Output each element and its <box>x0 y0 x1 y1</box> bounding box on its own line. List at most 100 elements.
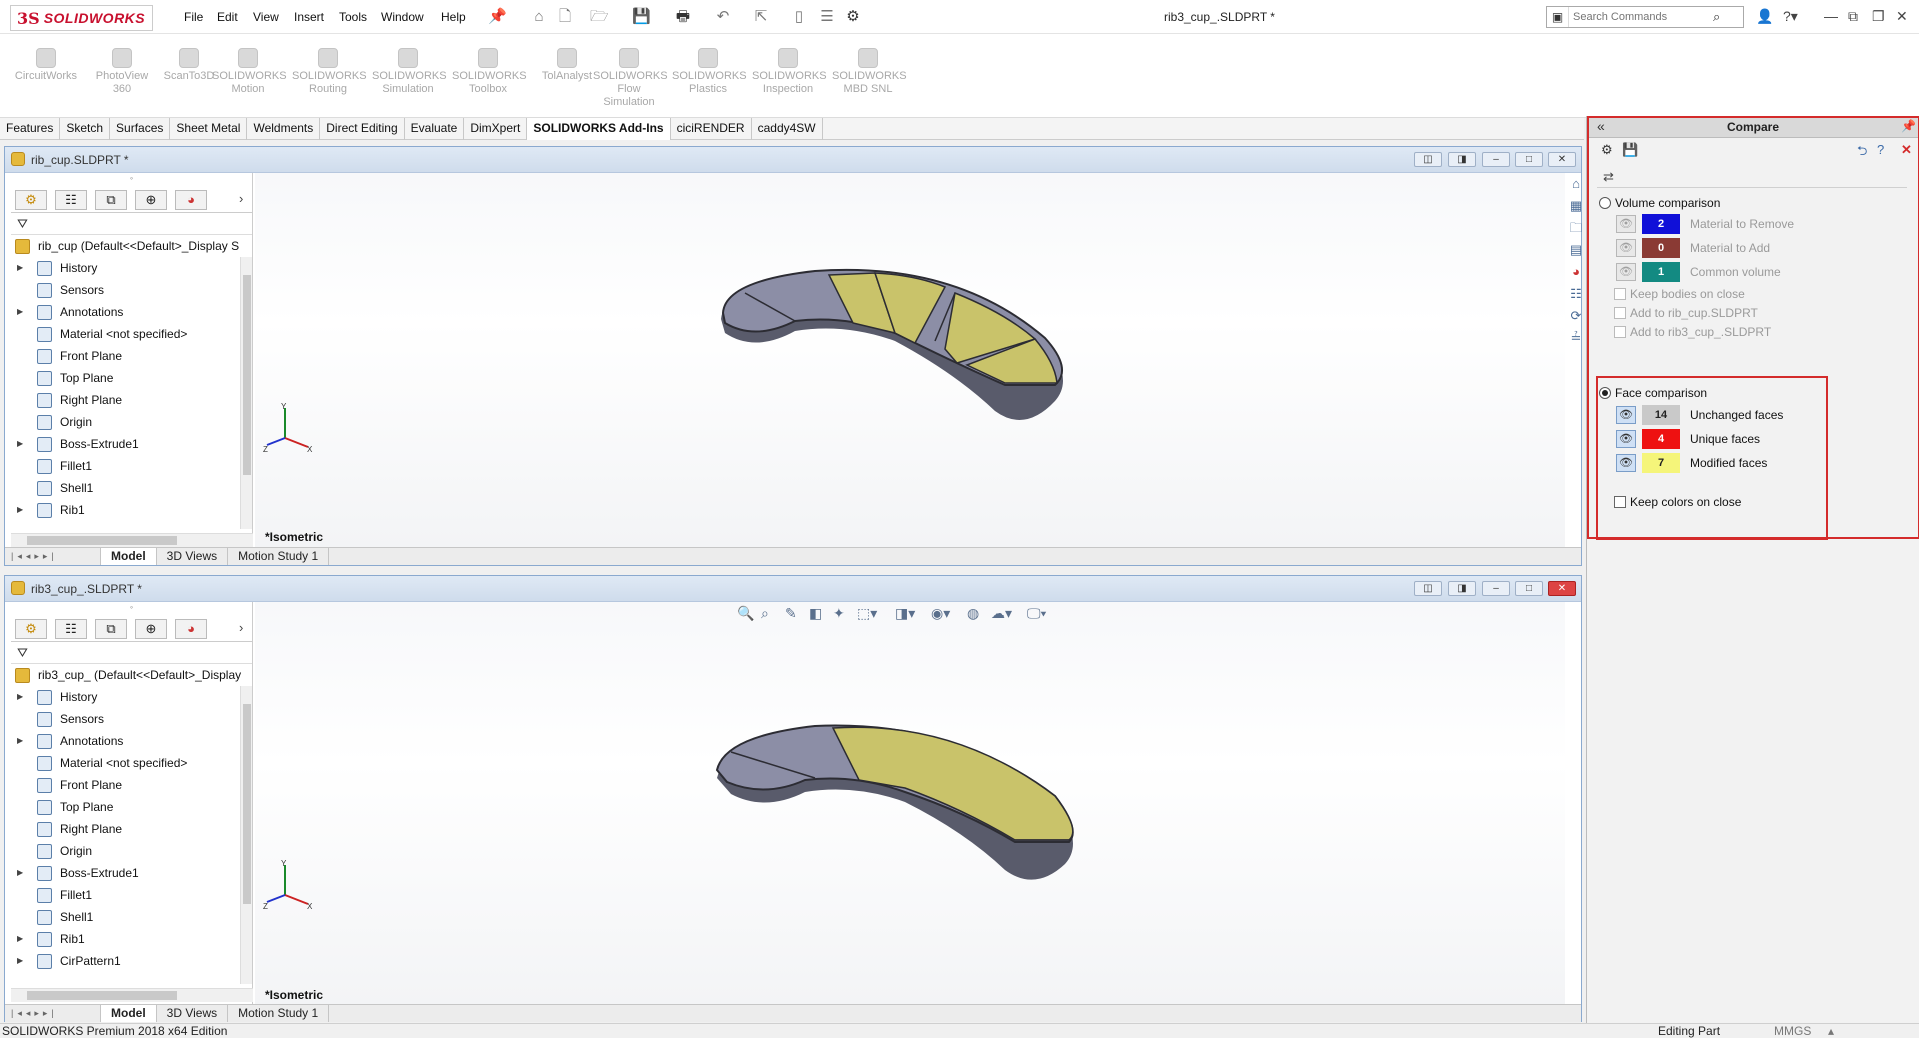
command-item[interactable]: CircuitWorks <box>10 48 82 83</box>
restore-icon[interactable]: ⧉ <box>1848 8 1858 25</box>
expand-arrow-icon[interactable]: ▶ <box>17 862 23 884</box>
graphics-area-2[interactable]: 🔍 ⌕ ✎ ◧ ✦ ⬚▾ ◨▾ ◉▾ ◍ ☁▾ 🖵▾ Y X Z *Isomet… <box>255 602 1565 1004</box>
search-input[interactable] <box>1569 11 1709 23</box>
tree-item[interactable]: Fillet1 <box>11 455 252 477</box>
undo-icon[interactable]: ↶ <box>714 8 732 26</box>
scrollbar-thumb[interactable] <box>27 536 177 545</box>
tree-item[interactable]: ▶ Boss-Extrude1 <box>11 433 252 455</box>
solidworks-logo[interactable]: 3S SOLIDWORKS <box>10 5 153 31</box>
design-library-icon[interactable]: ▦ <box>1566 197 1586 215</box>
tree-item[interactable]: Right Plane <box>11 389 252 411</box>
tree-item[interactable]: Origin <box>11 840 252 862</box>
command-item[interactable]: SOLIDWORKS Plastics <box>672 48 747 96</box>
tree-horizontal-scrollbar[interactable] <box>11 988 253 1002</box>
command-item[interactable]: SOLIDWORKS Inspection <box>752 48 827 96</box>
view-home-icon[interactable]: ⌂ <box>1566 175 1586 193</box>
dimxpert-tab-icon[interactable]: ⊕ <box>135 190 167 210</box>
tile-left-icon[interactable]: ◫ <box>1414 152 1442 167</box>
graphics-area-1[interactable]: Y X Z *Isometric <box>255 173 1565 547</box>
tree-item[interactable]: Sensors <box>11 279 252 301</box>
command-tab[interactable]: caddy4SW <box>752 118 823 140</box>
search-icon[interactable]: ⌕ <box>1713 9 1720 25</box>
tree-item[interactable]: Top Plane <box>11 796 252 818</box>
expand-arrow-icon[interactable]: ▶ <box>17 257 23 279</box>
scrollbar-thumb[interactable] <box>243 275 251 475</box>
options-gear-icon[interactable]: ⚙ <box>844 8 862 26</box>
window-maximize-icon[interactable]: □ <box>1515 581 1543 596</box>
feature-tree-tab-icon[interactable]: ⚙ <box>15 619 47 639</box>
print-icon[interactable]: 🖶 <box>674 8 692 26</box>
tab-model[interactable]: Model <box>101 1005 157 1022</box>
menu-insert[interactable]: Insert <box>294 10 324 24</box>
tree-item[interactable]: ▶ Annotations <box>11 301 252 323</box>
command-tab[interactable]: ciciRENDER <box>671 118 752 140</box>
command-item[interactable]: SOLIDWORKS Toolbox <box>452 48 527 96</box>
panel-splitter[interactable]: ◦ <box>11 602 252 616</box>
expand-arrow-icon[interactable]: ▶ <box>17 686 23 708</box>
window-minimize-icon[interactable]: – <box>1482 581 1510 596</box>
command-item[interactable]: SOLIDWORKS Simulation <box>372 48 447 96</box>
chevron-right-icon[interactable]: › <box>239 191 243 206</box>
display-manager-tab-icon[interactable]: ◕ <box>175 190 207 210</box>
file-explorer-icon[interactable]: 🗀 <box>1566 219 1586 237</box>
command-tab[interactable]: Evaluate <box>405 118 465 140</box>
tile-right-icon[interactable]: ◨ <box>1448 152 1476 167</box>
tab-motion-study[interactable]: Motion Study 1 <box>228 1005 330 1022</box>
configuration-tab-icon[interactable]: ⧉ <box>95 619 127 639</box>
menu-view[interactable]: View <box>253 10 279 24</box>
command-tab[interactable]: Direct Editing <box>320 118 405 140</box>
tree-item[interactable]: Origin <box>11 411 252 433</box>
tree-item[interactable]: Front Plane <box>11 774 252 796</box>
save-icon[interactable]: 💾 <box>632 8 651 26</box>
window-minimize-icon[interactable]: – <box>1482 152 1510 167</box>
tree-vertical-scrollbar[interactable] <box>240 686 252 984</box>
expand-arrow-icon[interactable]: ▶ <box>17 928 23 950</box>
tile-right-icon[interactable]: ◨ <box>1448 581 1476 596</box>
menu-file[interactable]: File <box>184 10 203 24</box>
close-icon[interactable]: ✕ <box>1896 8 1908 25</box>
task-help-icon[interactable]: ≟ <box>1566 329 1586 347</box>
unit-system[interactable]: MMGS <box>1774 1024 1811 1038</box>
tree-item[interactable]: ▶ History <box>11 686 252 708</box>
pin-icon[interactable]: 📌 <box>488 8 507 26</box>
tab-motion-study[interactable]: Motion Study 1 <box>228 548 330 565</box>
panel-splitter[interactable]: ◦ <box>11 173 252 187</box>
select-icon[interactable]: ⇱ <box>752 8 770 26</box>
command-item[interactable]: SOLIDWORKS Routing <box>292 48 367 96</box>
expand-arrow-icon[interactable]: ▶ <box>17 950 23 972</box>
chevron-right-icon[interactable]: › <box>239 620 243 635</box>
search-commands[interactable]: ▣ ⌕ <box>1546 6 1744 28</box>
expand-arrow-icon[interactable]: ▶ <box>17 730 23 752</box>
menu-help[interactable]: Help <box>441 10 466 24</box>
tab-3d-views[interactable]: 3D Views <box>157 548 229 565</box>
scrollbar-thumb[interactable] <box>243 704 251 904</box>
tree-horizontal-scrollbar[interactable] <box>11 533 253 547</box>
command-tab[interactable]: SOLIDWORKS Add-Ins <box>527 118 671 140</box>
command-item[interactable]: SOLIDWORKS Motion <box>212 48 287 96</box>
display-manager-tab-icon[interactable]: ◕ <box>175 619 207 639</box>
tab-navigation-arrows[interactable]: |◂◂▸▸| <box>5 1005 101 1022</box>
tree-item[interactable]: ▶ History <box>11 257 252 279</box>
tile-left-icon[interactable]: ◫ <box>1414 581 1442 596</box>
tree-item[interactable]: Sensors <box>11 708 252 730</box>
view-palette-icon[interactable]: ▤ <box>1566 241 1586 259</box>
filter-bar[interactable]: ⛛ <box>11 642 252 664</box>
tree-item[interactable]: Shell1 <box>11 477 252 499</box>
command-item[interactable]: SOLIDWORKS MBD SNL <box>832 48 907 96</box>
tree-item[interactable]: Shell1 <box>11 906 252 928</box>
rebuild-icon[interactable]: ▯ <box>790 8 808 26</box>
command-tab[interactable]: Features <box>0 118 61 140</box>
tree-item[interactable]: Material <not specified> <box>11 323 252 345</box>
window-close-icon[interactable]: ✕ <box>1548 152 1576 167</box>
command-item[interactable]: PhotoView 360 <box>86 48 158 96</box>
tab-model[interactable]: Model <box>101 548 157 565</box>
tree-item[interactable]: ▶ Rib1 <box>11 928 252 950</box>
feature-tree-tab-icon[interactable]: ⚙ <box>15 190 47 210</box>
window-close-icon[interactable]: ✕ <box>1548 581 1576 596</box>
command-tab[interactable]: Sketch <box>60 118 111 140</box>
open-folder-icon[interactable]: 🗁 <box>590 8 609 26</box>
tree-item[interactable]: Material <not specified> <box>11 752 252 774</box>
solidworks-forum-icon[interactable]: ⟳ <box>1566 307 1586 325</box>
tree-root-part[interactable]: rib3_cup_ (Default<<Default>_Display <box>11 664 252 686</box>
units-dropdown-icon[interactable]: ▴ <box>1828 1024 1834 1038</box>
